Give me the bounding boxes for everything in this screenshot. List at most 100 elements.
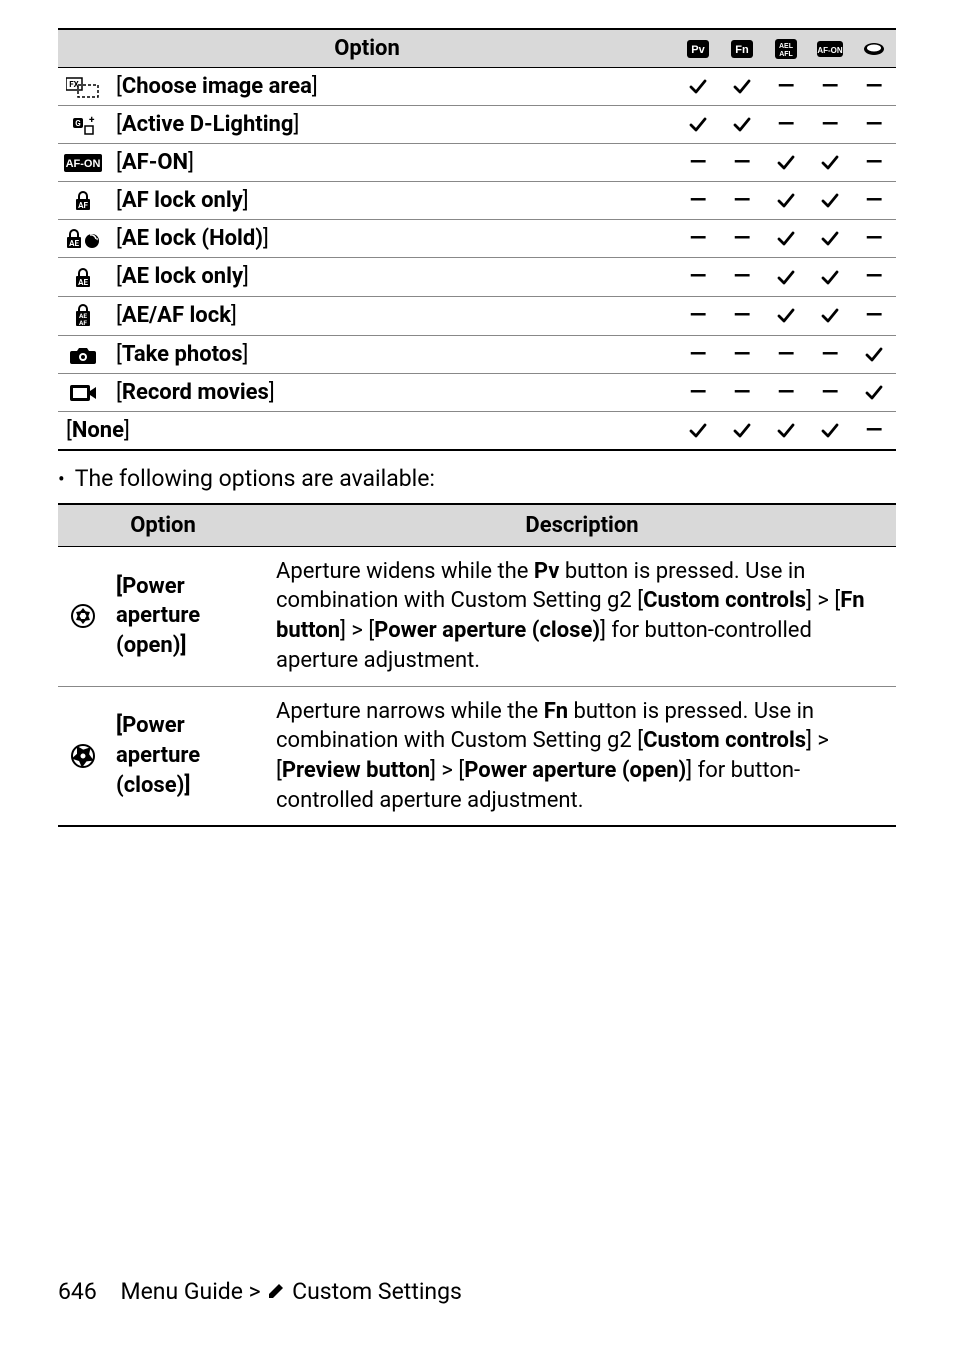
option-name: [Power aperture (open)] (108, 546, 268, 686)
availability-cell: — (808, 106, 852, 144)
col-option: Option (58, 29, 676, 68)
option-label: [AE lock only] (108, 258, 676, 296)
availability-cell (764, 258, 808, 296)
option-label: [AE lock (Hold)] (108, 220, 676, 258)
desc-row: [Power aperture (close)]Aperture narrows… (58, 686, 896, 826)
option-row: AF[AF lock only]——— (58, 182, 896, 220)
availability-cell: — (764, 335, 808, 373)
option-label: [AF lock only] (108, 182, 676, 220)
availability-cell (764, 182, 808, 220)
availability-cell (720, 411, 764, 450)
svg-text:AEL: AEL (779, 43, 794, 50)
availability-cell: — (852, 220, 896, 258)
option-row: AE[AE lock (Hold)]——— (58, 220, 896, 258)
availability-cell: — (808, 373, 852, 411)
availability-cell: — (808, 335, 852, 373)
option-label: [AE/AF lock] (108, 296, 676, 335)
availability-cell: — (676, 335, 720, 373)
ctx-lens (852, 29, 896, 68)
availability-cell (808, 411, 852, 450)
option-label: [Record movies] (108, 373, 676, 411)
svg-text:AF: AF (79, 319, 87, 327)
option-row: [Record movies]———— (58, 373, 896, 411)
availability-cell: — (852, 258, 896, 296)
options-intro: • The following options are available: (58, 465, 896, 493)
option-row: FX[Choose image area]——— (58, 68, 896, 106)
ctx-ael: AELAFL (764, 29, 808, 68)
ae-hold-icon: AE (58, 220, 108, 258)
availability-cell: — (676, 373, 720, 411)
availability-cell (808, 182, 852, 220)
breadcrumb-before: Menu Guide > (121, 1278, 267, 1305)
availability-cell: — (764, 373, 808, 411)
availability-cell: — (720, 258, 764, 296)
option-label: [AF-ON] (108, 144, 676, 182)
ctx-fn: Fn (720, 29, 764, 68)
svg-text:+: + (89, 115, 95, 126)
option-name: [Power aperture (close)] (108, 686, 268, 826)
availability-cell: — (720, 182, 764, 220)
availability-cell: — (676, 182, 720, 220)
option-row: G+[Active D-Lighting]——— (58, 106, 896, 144)
availability-cell: — (676, 220, 720, 258)
availability-cell: — (720, 296, 764, 335)
af-lock-icon: AF (58, 182, 108, 220)
availability-cell: — (720, 220, 764, 258)
availability-cell: — (852, 182, 896, 220)
option-row-none: [None]— (58, 411, 896, 450)
availability-cell (720, 68, 764, 106)
option-label: [Take photos] (108, 335, 676, 373)
option-label: [None] (58, 411, 676, 450)
svg-text:Pv: Pv (691, 44, 705, 56)
availability-cell (808, 258, 852, 296)
options-description-table: Option Description [Power aperture (open… (58, 503, 896, 828)
availability-cell (676, 68, 720, 106)
aeaf-lock-icon: AEAF (58, 296, 108, 335)
availability-cell: — (852, 144, 896, 182)
availability-cell: — (808, 68, 852, 106)
ctx-afon: AF-ON (808, 29, 852, 68)
availability-cell: — (852, 68, 896, 106)
availability-cell: — (676, 144, 720, 182)
svg-text:AFL: AFL (779, 51, 793, 58)
bullet-icon: • (58, 465, 65, 493)
availability-cell (764, 220, 808, 258)
desc-row: [Power aperture (open)]Aperture widens w… (58, 546, 896, 686)
svg-text:Fn: Fn (735, 44, 749, 56)
pencil-icon (266, 1281, 286, 1301)
availability-cell (808, 144, 852, 182)
availability-cell: — (676, 258, 720, 296)
option-description: Aperture widens while the Pv button is p… (268, 546, 896, 686)
afon-icon: AF-ON (58, 144, 108, 182)
option-row: AEAF[AE/AF lock]——— (58, 296, 896, 335)
svg-text:AF: AF (78, 201, 88, 210)
availability-cell (852, 373, 896, 411)
movie-icon (58, 373, 108, 411)
availability-cell: — (720, 144, 764, 182)
availability-cell: — (676, 296, 720, 335)
svg-text:G: G (75, 119, 81, 128)
availability-cell (764, 144, 808, 182)
page-footer: 646 Menu Guide > Custom Settings (58, 1278, 462, 1305)
option-row: [Take photos]———— (58, 335, 896, 373)
availability-cell (764, 411, 808, 450)
aperture-close-icon (58, 686, 108, 826)
availability-cell (852, 335, 896, 373)
col-description: Description (268, 504, 896, 547)
availability-cell: — (852, 106, 896, 144)
availability-cell (676, 411, 720, 450)
options-intro-text: The following options are available: (75, 465, 435, 492)
fx-frame-icon: FX (58, 68, 108, 106)
svg-text:AF-ON: AF-ON (817, 46, 843, 55)
svg-text:AE: AE (69, 239, 79, 248)
availability-cell: — (720, 373, 764, 411)
option-row: AF-ON[AF-ON]——— (58, 144, 896, 182)
option-row: AE[AE lock only]——— (58, 258, 896, 296)
camera-icon (58, 335, 108, 373)
availability-cell (764, 296, 808, 335)
availability-cell (720, 106, 764, 144)
option-description: Aperture narrows while the Fn button is … (268, 686, 896, 826)
availability-cell: — (764, 68, 808, 106)
page-number: 646 (58, 1278, 97, 1305)
availability-cell: — (852, 296, 896, 335)
